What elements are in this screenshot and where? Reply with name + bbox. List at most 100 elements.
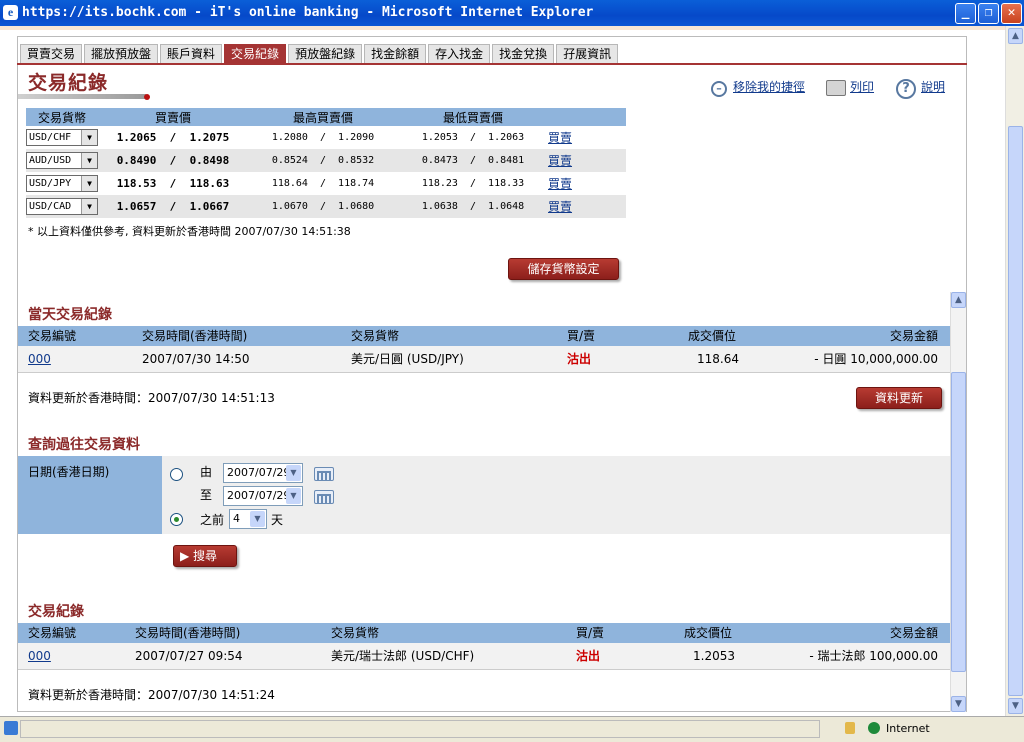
- query-section-title: 查詢過往交易資料: [28, 437, 140, 453]
- range-radio[interactable]: [170, 468, 183, 481]
- fx-row: USD/JPY ▼ 118.53 / 118.63 118.64 / 118.74…: [26, 172, 626, 195]
- high-price: 118.64 / 118.74: [271, 178, 375, 189]
- transaction-price: 1.2053: [693, 649, 735, 663]
- currency-select[interactable]: AUD/USD ▼: [26, 152, 98, 169]
- fx-row: USD/CAD ▼ 1.0657 / 1.0667 1.0670 / 1.0680…: [26, 195, 626, 218]
- low-bid: 118.23: [421, 178, 458, 189]
- ie-app-icon: e: [3, 5, 18, 20]
- tab-deposit[interactable]: 存入找金: [428, 44, 491, 64]
- low-ask: 1.0648: [488, 201, 525, 212]
- scroll-down-icon[interactable]: ▼: [951, 696, 966, 712]
- chevron-down-icon[interactable]: ▼: [81, 199, 97, 214]
- minimize-button[interactable]: _: [955, 3, 976, 24]
- bid-price: 1.2065: [116, 131, 157, 144]
- buy-sell-price: 1.0657 / 1.0667: [116, 200, 230, 213]
- history-update-time: 資料更新於香港時間：2007/07/30 14:51:24: [28, 688, 275, 702]
- scroll-thumb[interactable]: [1008, 126, 1023, 696]
- history-section-title: 交易紀錄: [28, 604, 84, 620]
- window-title: https://its.bochk.com - iT's online bank…: [22, 5, 594, 20]
- high-ask: 1.0680: [338, 201, 375, 212]
- remove-shortcut-link[interactable]: 移除我的捷徑: [733, 78, 805, 95]
- trade-link[interactable]: 買賣: [548, 198, 572, 215]
- high-bid: 0.8524: [271, 155, 308, 166]
- transaction-side: 沽出: [567, 352, 592, 366]
- status-bar: Internet: [0, 716, 1024, 742]
- low-price: 1.2053 / 1.2063: [421, 132, 525, 143]
- today-update-time: 資料更新於香港時間：2007/07/30 14:51:13: [28, 391, 275, 405]
- header-side: 買/賣: [576, 626, 605, 640]
- tab-underline: [17, 63, 967, 65]
- days-before-radio[interactable]: [170, 513, 183, 526]
- scroll-up-icon[interactable]: ▲: [1008, 28, 1023, 44]
- chevron-down-icon[interactable]: ▼: [250, 511, 265, 527]
- trade-link[interactable]: 買賣: [548, 129, 572, 146]
- from-date-select[interactable]: 2007/07/29 ▼: [223, 463, 303, 483]
- help-icon[interactable]: ?: [896, 79, 916, 99]
- to-date-select[interactable]: 2007/07/29 ▼: [223, 486, 303, 506]
- scroll-up-icon[interactable]: ▲: [951, 292, 966, 308]
- remove-shortcut-icon[interactable]: –: [711, 81, 727, 97]
- low-price: 0.8473 / 0.8481: [421, 155, 525, 166]
- days-select[interactable]: 4 ▼: [229, 509, 267, 529]
- trade-link[interactable]: 買賣: [548, 175, 572, 192]
- tab-trade[interactable]: 買賣交易: [20, 44, 83, 64]
- tab-margin-info[interactable]: 孖展資訊: [556, 44, 619, 64]
- calendar-icon[interactable]: [314, 490, 334, 504]
- tab-place-order[interactable]: 擺放預放盤: [84, 44, 159, 64]
- low-price: 118.23 / 118.33: [421, 178, 525, 189]
- scroll-down-icon[interactable]: ▼: [1008, 698, 1023, 714]
- header-price: 成交價位: [688, 329, 737, 343]
- currency-select[interactable]: USD/CHF ▼: [26, 129, 98, 146]
- low-bid: 0.8473: [421, 155, 458, 166]
- transaction-id-link[interactable]: 000: [28, 643, 72, 669]
- printer-icon[interactable]: [826, 80, 846, 96]
- frame-scrollbar[interactable]: ▲ ▼: [950, 292, 966, 712]
- query-panel: 日期(香港日期) 由 2007/07/29 ▼ 至 2007/07/29 ▼ 之前 …: [18, 456, 950, 534]
- high-bid: 1.0670: [271, 201, 308, 212]
- tab-order-record[interactable]: 預放盤紀錄: [288, 44, 363, 64]
- trade-link[interactable]: 買賣: [548, 152, 572, 169]
- fx-rates-table: 交易貨幣 買賣價 最高買賣價 最低買賣價 USD/CHF ▼ 1.2065 / 1…: [26, 108, 626, 218]
- chevron-down-icon[interactable]: ▼: [286, 465, 301, 481]
- header-amount: 交易金額: [889, 329, 938, 343]
- chevron-down-icon[interactable]: ▼: [81, 153, 97, 168]
- currency-select-value: AUD/USD: [29, 155, 72, 166]
- bid-price: 0.8490: [116, 154, 157, 167]
- tab-balance[interactable]: 找金餘額: [364, 44, 427, 64]
- ask-price: 0.8498: [189, 154, 230, 167]
- search-button[interactable]: ▶ 搜尋: [173, 545, 237, 567]
- chevron-down-icon[interactable]: ▼: [286, 488, 301, 504]
- header-id: 交易編號: [28, 626, 77, 640]
- ask-price: 118.63: [189, 177, 230, 190]
- main-tabs: 買賣交易 擺放預放盤 賬戶資料 交易紀錄 預放盤紀錄 找金餘額 存入找金 找金兌…: [20, 44, 620, 64]
- refresh-button[interactable]: 資料更新: [856, 387, 942, 409]
- currency-select[interactable]: USD/CAD ▼: [26, 198, 98, 215]
- page-icon: [4, 721, 18, 735]
- title-dot: [144, 94, 150, 100]
- chevron-down-icon[interactable]: ▼: [81, 130, 97, 145]
- scroll-thumb[interactable]: [951, 372, 966, 672]
- low-bid: 1.2053: [421, 132, 458, 143]
- title-underline: [18, 94, 146, 99]
- currency-select[interactable]: USD/JPY ▼: [26, 175, 98, 192]
- tab-transaction-record[interactable]: 交易紀錄: [224, 44, 287, 64]
- header-amount: 交易金額: [889, 626, 938, 640]
- fx-header-currency: 交易貨幣: [37, 110, 86, 125]
- close-button[interactable]: ✕: [1001, 3, 1022, 24]
- transaction-id-link[interactable]: 000: [28, 346, 72, 372]
- bid-price: 1.0657: [116, 200, 157, 213]
- print-link[interactable]: 列印: [850, 78, 874, 95]
- tab-exchange[interactable]: 找金兌換: [492, 44, 555, 64]
- page-scrollbar[interactable]: ▲ ▼: [1005, 26, 1024, 716]
- before-label: 之前: [200, 513, 225, 527]
- header-price: 成交價位: [684, 626, 733, 640]
- maximize-button[interactable]: ❐: [978, 3, 999, 24]
- tab-account-info[interactable]: 賬戶資料: [160, 44, 223, 64]
- fx-header-buysell: 買賣價: [154, 110, 191, 125]
- table-row: 000 2007/07/27 09:54 美元/瑞士法郎 (USD/CHF) 沽…: [18, 643, 950, 670]
- calendar-icon[interactable]: [314, 467, 334, 481]
- save-currency-button[interactable]: 儲存貨幣設定: [508, 258, 619, 280]
- chevron-down-icon[interactable]: ▼: [81, 176, 97, 191]
- fx-header-high: 最高買賣價: [292, 110, 353, 125]
- help-link[interactable]: 說明: [921, 78, 945, 95]
